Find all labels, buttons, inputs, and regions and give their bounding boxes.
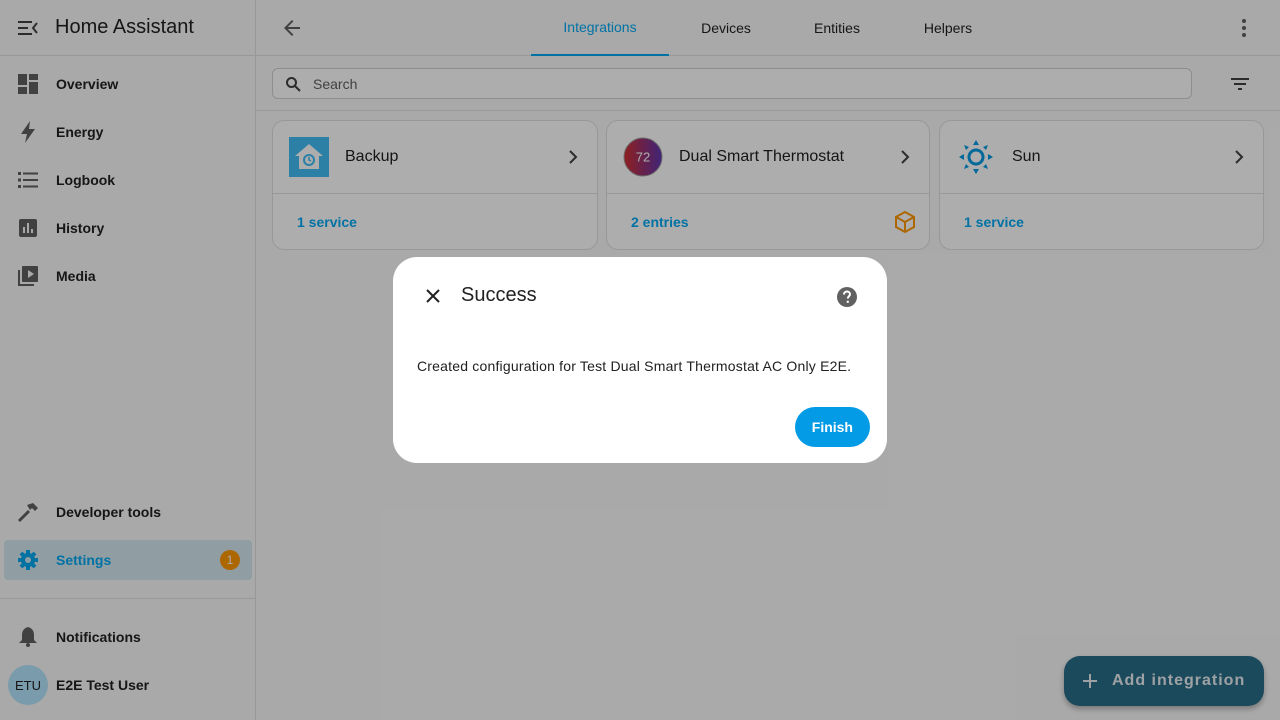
help-icon[interactable] [835,285,859,309]
finish-button[interactable]: Finish [794,407,870,447]
close-icon[interactable] [421,284,445,308]
dialog-message: Created configuration for Test Dual Smar… [417,358,852,374]
success-dialog: Success Created configuration for Test D… [393,257,887,463]
dialog-title: Success [461,284,537,306]
